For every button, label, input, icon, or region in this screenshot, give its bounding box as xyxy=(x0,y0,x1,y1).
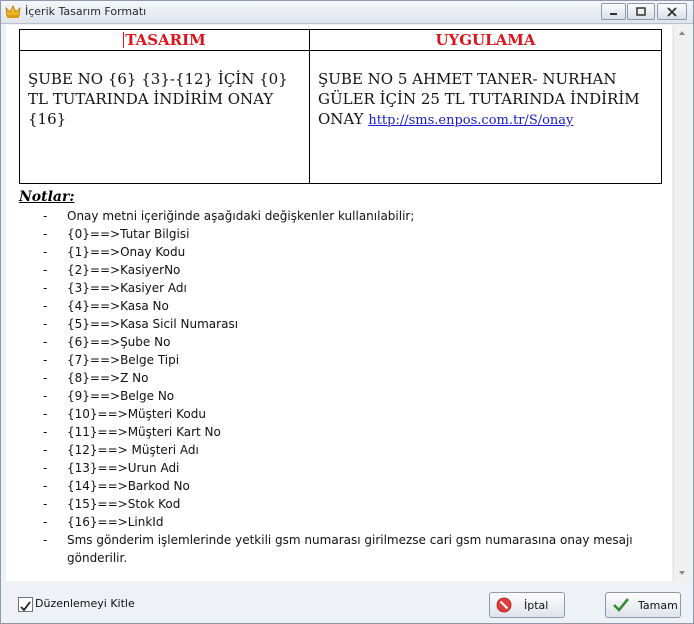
format-table: TASARIM UYGULAMA ŞUBE NO {6} {3}-{12} İÇ… xyxy=(19,29,662,184)
notes-item-text: {7}==>Belge Tipi xyxy=(67,353,180,367)
notes-item-text: {1}==>Onay Kodu xyxy=(67,245,186,259)
close-icon xyxy=(667,6,677,17)
cancel-icon xyxy=(496,597,512,616)
bullet-dash: - xyxy=(43,353,48,367)
notes-item-text: {11}==>Müşteri Kart No xyxy=(67,425,221,439)
notes-item-text: {16}==>LinkId xyxy=(67,515,164,529)
notes-item-text: {6}==>Şube No xyxy=(67,335,171,349)
bullet-dash: - xyxy=(43,461,48,475)
notes-item-text: {8}==>Z No xyxy=(67,371,149,385)
notes-item-text: {0}==>Tutar Bilgisi xyxy=(67,227,190,241)
bullet-dash: - xyxy=(43,515,48,529)
application-header-label: UYGULAMA xyxy=(435,31,536,49)
dialog-footer: Düzenlemeyi Kitle İptal Tamam xyxy=(1,584,693,623)
bullet-dash: - xyxy=(43,497,48,511)
notes-list-item: - {7}==>Belge Tipi xyxy=(19,351,659,369)
notes-list-item: - {13}==>Urun Adi xyxy=(19,459,659,477)
bullet-dash: - xyxy=(43,227,48,241)
notes-list-item: - {0}==>Tutar Bilgisi xyxy=(19,225,659,243)
bullet-dash: - xyxy=(43,479,48,493)
notes-item-text: {5}==>Kasa Sicil Numarası xyxy=(67,317,239,331)
vertical-scrollbar[interactable] xyxy=(673,25,690,581)
bullet-dash: - xyxy=(43,407,48,421)
notes-item-text: {3}==>Kasiyer Adı xyxy=(67,281,187,295)
lock-editing-label[interactable]: Düzenlemeyi Kitle xyxy=(35,597,135,610)
ok-button[interactable]: Tamam xyxy=(605,592,681,618)
maximize-button[interactable] xyxy=(627,3,655,20)
notes-list-item: - Sms gönderim işlemlerinde yetkili gsm n… xyxy=(19,531,659,567)
notes-list-item: - {4}==>Kasa No xyxy=(19,297,659,315)
bullet-dash: - xyxy=(43,389,48,403)
crown-icon xyxy=(5,4,21,20)
bullet-dash: - xyxy=(43,209,48,223)
lock-editing-checkbox[interactable] xyxy=(18,597,33,612)
scroll-down-icon[interactable] xyxy=(674,565,690,581)
notes-item-text: {9}==>Belge No xyxy=(67,389,175,403)
bullet-dash: - xyxy=(43,533,48,547)
notes-list-item: - {16}==>LinkId xyxy=(19,513,659,531)
notes-list-item: - {8}==>Z No xyxy=(19,369,659,387)
notes-list-item: - {3}==>Kasiyer Adı xyxy=(19,279,659,297)
notes-item-text: {2}==>KasiyerNo xyxy=(67,263,181,277)
design-cell[interactable]: ŞUBE NO {6} {3}-{12} İÇİN {0} TL TUTARIN… xyxy=(19,50,310,184)
notes-list: - Onay metni içeriğinde aşağıdaki değişke… xyxy=(19,207,659,567)
notes-item-text: {14}==>Barkod No xyxy=(67,479,190,493)
maximize-icon xyxy=(636,7,646,16)
notes-item-text: Sms gönderim işlemlerinde yetkili gsm nu… xyxy=(67,533,633,565)
design-header: TASARIM xyxy=(19,29,310,51)
bullet-dash: - xyxy=(43,317,48,331)
document-viewer[interactable]: TASARIM UYGULAMA ŞUBE NO {6} {3}-{12} İÇ… xyxy=(6,25,672,581)
notes-item-text: Onay metni içeriğinde aşağıdaki değişken… xyxy=(67,209,415,223)
bullet-dash: - xyxy=(43,299,48,313)
bullet-dash: - xyxy=(43,443,48,457)
notes-item-text: {4}==>Kasa No xyxy=(67,299,169,313)
title-bar[interactable]: İçerik Tasarım Formatı xyxy=(1,1,693,24)
dialog-window: İçerik Tasarım Formatı TASARIM UYGULAMA … xyxy=(0,0,694,624)
notes-list-item: - {1}==>Onay Kodu xyxy=(19,243,659,261)
bullet-dash: - xyxy=(43,263,48,277)
notes-item-text: {12}==> Müşteri Adı xyxy=(67,443,199,457)
notes-list-item: - {11}==>Müşteri Kart No xyxy=(19,423,659,441)
design-header-label: TASARIM xyxy=(125,31,206,49)
bullet-dash: - xyxy=(43,245,48,259)
minimize-button[interactable] xyxy=(601,3,626,20)
bullet-dash: - xyxy=(43,335,48,349)
notes-list-item: - {14}==>Barkod No xyxy=(19,477,659,495)
ok-button-label: Tamam xyxy=(638,599,678,612)
window-title: İçerik Tasarım Formatı xyxy=(25,5,147,18)
application-link[interactable]: http://sms.enpos.com.tr/S/onay xyxy=(368,113,573,128)
bullet-dash: - xyxy=(43,371,48,385)
bullet-dash: - xyxy=(43,425,48,439)
notes-list-item: - {6}==>Şube No xyxy=(19,333,659,351)
notes-list-item: - {5}==>Kasa Sicil Numarası xyxy=(19,315,659,333)
notes-list-item: - {12}==> Müşteri Adı xyxy=(19,441,659,459)
cancel-button[interactable]: İptal xyxy=(489,592,565,618)
checkmark-icon xyxy=(612,597,630,616)
notes-item-text: {10}==>Müşteri Kodu xyxy=(67,407,206,421)
notes-title: Notlar: xyxy=(19,189,75,205)
cancel-button-label: İptal xyxy=(524,599,549,612)
notes-item-text: {15}==>Stok Kod xyxy=(67,497,181,511)
application-cell[interactable]: ŞUBE NO 5 AHMET TANER- NURHAN GÜLER İÇİN… xyxy=(309,50,662,184)
bullet-dash: - xyxy=(43,281,48,295)
notes-list-item: - {10}==>Müşteri Kodu xyxy=(19,405,659,423)
notes-list-item: - Onay metni içeriğinde aşağıdaki değişke… xyxy=(19,207,659,225)
scroll-up-icon[interactable] xyxy=(674,25,690,41)
notes-list-item: - {9}==>Belge No xyxy=(19,387,659,405)
design-text: ŞUBE NO {6} {3}-{12} İÇİN {0} TL TUTARIN… xyxy=(28,70,288,128)
checkmark-icon xyxy=(20,601,31,612)
minimize-icon xyxy=(609,7,618,16)
notes-list-item: - {15}==>Stok Kod xyxy=(19,495,659,513)
close-button[interactable] xyxy=(657,3,687,20)
notes-item-text: {13}==>Urun Adi xyxy=(67,461,180,475)
notes-list-item: - {2}==>KasiyerNo xyxy=(19,261,659,279)
application-header: UYGULAMA xyxy=(309,29,662,51)
